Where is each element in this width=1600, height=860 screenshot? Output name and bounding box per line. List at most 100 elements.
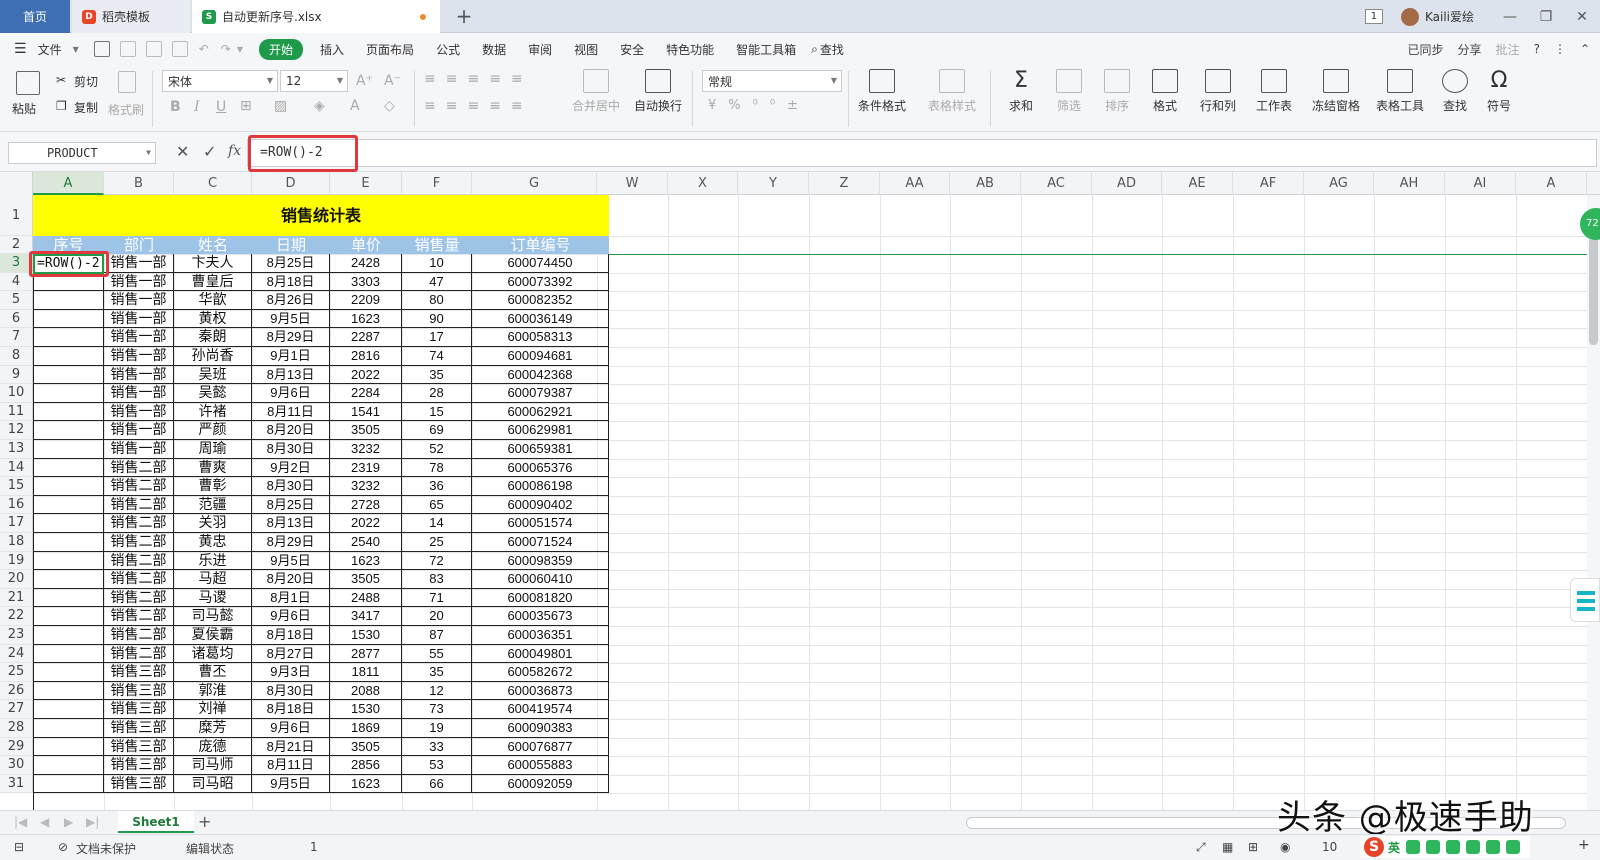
table-cell[interactable]: 8月11日 [252, 756, 330, 775]
table-cell[interactable]: 2287 [330, 328, 402, 347]
restore-icon[interactable]: ❐ [1528, 9, 1564, 25]
row-header[interactable]: 28 [0, 719, 33, 738]
ime-punct-icon[interactable] [1406, 840, 1421, 854]
cut-icon[interactable]: ✂ [56, 73, 66, 87]
zoom-level[interactable]: 10 [1322, 840, 1337, 854]
table-cell[interactable]: 2728 [330, 495, 402, 515]
table-cell[interactable]: 66 [402, 774, 472, 794]
table-cell[interactable]: 马谡 [174, 588, 252, 608]
table-cell-index[interactable] [33, 570, 104, 589]
table-cell[interactable]: 2488 [330, 588, 402, 608]
table-cell[interactable]: 9月6日 [252, 384, 330, 403]
table-cell[interactable]: 8月26日 [252, 291, 330, 310]
format-painter-icon[interactable] [118, 71, 136, 93]
table-cell[interactable]: 销售二部 [104, 570, 174, 589]
table-cell[interactable]: 销售二部 [104, 644, 174, 664]
table-cell[interactable]: 3303 [330, 272, 402, 292]
table-cell[interactable]: 销售三部 [104, 737, 174, 757]
vertical-scroll-thumb[interactable] [1589, 225, 1598, 345]
table-cell[interactable]: 8月30日 [252, 440, 330, 459]
align-top-icons[interactable]: ≡≡≡≡≡ [424, 71, 533, 87]
table-cell[interactable]: 销售二部 [104, 495, 174, 515]
table-cell-index[interactable] [33, 756, 104, 775]
table-cell[interactable]: 9月5日 [252, 774, 330, 794]
table-header-cell[interactable]: 日期 [252, 236, 330, 254]
find-button[interactable]: 查找 [1432, 69, 1478, 114]
conditional-format-button[interactable]: 条件格式 [854, 69, 910, 114]
table-cell[interactable]: 73 [402, 700, 472, 719]
table-cell[interactable]: 糜芳 [174, 719, 252, 738]
number-format-icons[interactable]: ¥%⁰⁰± [708, 98, 810, 113]
table-cell[interactable]: 600058313 [472, 328, 609, 347]
table-cell[interactable]: 3232 [330, 477, 402, 496]
table-cell[interactable]: 范疆 [174, 495, 252, 515]
select-all-corner[interactable] [0, 172, 33, 195]
table-cell[interactable]: 600094681 [472, 347, 609, 366]
table-cell[interactable]: 3505 [330, 570, 402, 589]
format-button[interactable]: 格式 [1142, 69, 1188, 114]
table-cell[interactable]: 乐进 [174, 551, 252, 571]
row-header[interactable]: 17 [0, 514, 33, 533]
table-cell[interactable]: 司马师 [174, 756, 252, 775]
sort-button[interactable]: 排序 [1094, 69, 1140, 114]
column-header-col-ah[interactable]: AH [1374, 172, 1445, 195]
table-cell[interactable]: 曹彰 [174, 477, 252, 496]
table-cell[interactable]: 9月1日 [252, 347, 330, 366]
table-cell[interactable]: 600036149 [472, 309, 609, 329]
column-header-col-c[interactable]: C [174, 172, 252, 195]
table-cell[interactable]: 65 [402, 495, 472, 515]
print-icon[interactable] [145, 41, 162, 57]
font-name-select[interactable]: 宋体 ▼ [162, 70, 278, 92]
tab-data[interactable]: 数据 [471, 41, 517, 58]
sync-status[interactable]: 已同步 [1408, 41, 1444, 58]
table-cell-index[interactable] [33, 774, 104, 794]
table-cell[interactable]: 600036873 [472, 681, 609, 701]
row-header[interactable]: 5 [0, 291, 33, 310]
table-cell[interactable]: 19 [402, 719, 472, 738]
table-cell-index[interactable] [33, 421, 104, 440]
table-cell[interactable]: 600051574 [472, 514, 609, 533]
table-cell[interactable]: 3232 [330, 440, 402, 459]
table-cell[interactable]: 47 [402, 272, 472, 292]
ime-emoji-icon[interactable] [1426, 840, 1441, 854]
sheet-tab-sheet1[interactable]: Sheet1 [118, 811, 194, 833]
table-cell[interactable]: 销售一部 [104, 254, 174, 273]
row-header[interactable]: 21 [0, 588, 33, 608]
table-cell[interactable]: 8月18日 [252, 272, 330, 292]
ime-tools-icon[interactable] [1506, 840, 1521, 854]
collapse-ribbon-icon[interactable]: ⌃ [1580, 42, 1590, 56]
table-cell[interactable]: 600062921 [472, 402, 609, 422]
table-cell[interactable]: 2284 [330, 384, 402, 403]
table-cell[interactable]: 2022 [330, 514, 402, 533]
table-cell[interactable]: 35 [402, 663, 472, 682]
tab-docer-templates[interactable]: D 稻壳模板 [72, 0, 190, 33]
table-cell[interactable]: 600079387 [472, 384, 609, 403]
tab-security[interactable]: 安全 [609, 41, 655, 58]
row-header[interactable]: 26 [0, 681, 33, 701]
table-cell[interactable]: 1869 [330, 719, 402, 738]
table-cell[interactable]: 曹皇后 [174, 272, 252, 292]
table-cell[interactable]: 2319 [330, 458, 402, 478]
table-cell[interactable]: 600074450 [472, 254, 609, 273]
row-header[interactable]: 1 [0, 195, 33, 236]
table-cell[interactable]: 销售二部 [104, 533, 174, 552]
table-cell[interactable]: 3505 [330, 421, 402, 440]
row-header[interactable]: 15 [0, 477, 33, 496]
tab-review[interactable]: 审阅 [517, 41, 563, 58]
column-header-col-f[interactable]: F [402, 172, 472, 195]
table-cell[interactable]: 2022 [330, 365, 402, 385]
table-cell[interactable]: 71 [402, 588, 472, 608]
table-cell[interactable]: 600042368 [472, 365, 609, 385]
table-cell-index[interactable] [33, 700, 104, 719]
table-style-button[interactable]: 表格样式 [924, 69, 980, 114]
table-cell-index[interactable] [33, 328, 104, 347]
table-cell-index[interactable] [33, 440, 104, 459]
table-cell[interactable]: 销售一部 [104, 384, 174, 403]
table-cell[interactable]: 销售三部 [104, 774, 174, 794]
row-header[interactable]: 12 [0, 421, 33, 440]
page-break-icon[interactable]: ⊞ [1248, 840, 1258, 854]
table-cell[interactable]: 1811 [330, 663, 402, 682]
paste-icon[interactable] [16, 71, 40, 95]
table-cell[interactable]: 8月30日 [252, 477, 330, 496]
table-cell[interactable]: 8月27日 [252, 644, 330, 664]
